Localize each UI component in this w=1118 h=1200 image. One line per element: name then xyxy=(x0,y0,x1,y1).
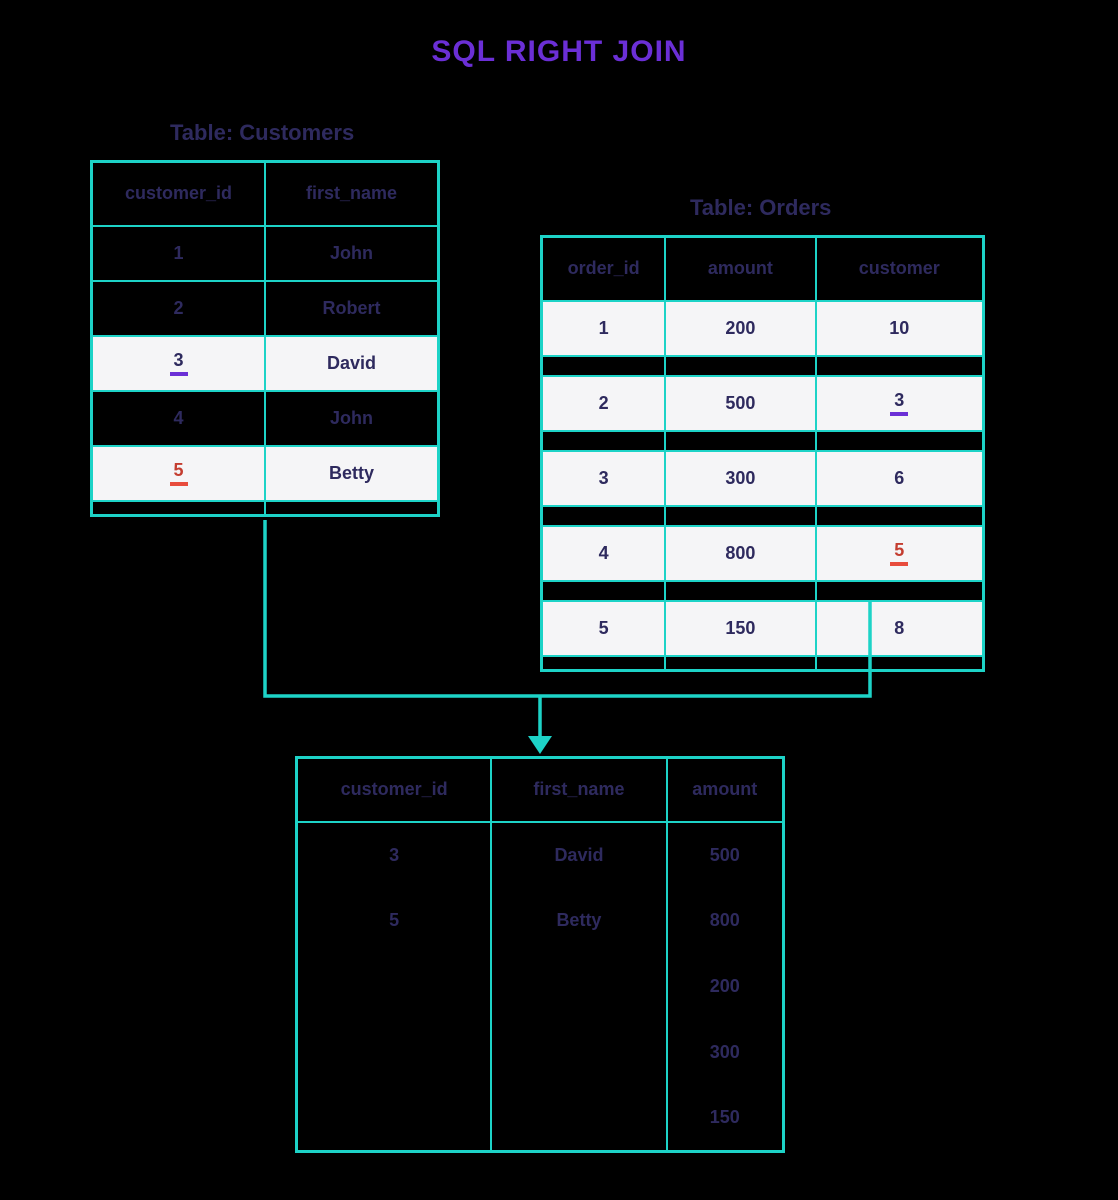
orders-table-label: Table: Orders xyxy=(690,195,831,221)
cell-customer-id: 2 xyxy=(92,281,266,336)
cell-amount: 200 xyxy=(665,301,815,356)
cell-customer-id: 3 xyxy=(297,822,492,888)
col-header: customer xyxy=(816,237,984,301)
cell-customer-id: 1 xyxy=(92,226,266,281)
table-row: 120010 xyxy=(542,301,984,356)
cell-first-name: Betty xyxy=(265,446,439,501)
cell-customer-id xyxy=(297,1086,492,1152)
table-row: 4John xyxy=(92,391,439,446)
cell-first-name: Robert xyxy=(265,281,439,336)
cell-order-id: 2 xyxy=(542,376,666,431)
col-header: first_name xyxy=(491,758,666,822)
cell-order-id: 1 xyxy=(542,301,666,356)
cell-first-name: John xyxy=(265,391,439,446)
col-header: first_name xyxy=(265,162,439,226)
orders-table: order_id amount customer 120010250033300… xyxy=(540,235,985,672)
customers-table-label: Table: Customers xyxy=(170,120,354,146)
table-row: 5Betty xyxy=(92,446,439,501)
cell-customer-id xyxy=(297,954,492,1020)
cell-order-id: 5 xyxy=(542,601,666,656)
cell-amount: 300 xyxy=(665,451,815,506)
cell-first-name: David xyxy=(265,336,439,391)
cell-customer: 8 xyxy=(816,601,984,656)
cell-amount: 150 xyxy=(667,1086,784,1152)
table-row: 5Betty800 xyxy=(297,888,784,954)
cell-customer-id: 3 xyxy=(92,336,266,391)
table-row: 3David500 xyxy=(297,822,784,888)
table-row: 33006 xyxy=(542,451,984,506)
col-header: amount xyxy=(665,237,815,301)
cell-amount: 800 xyxy=(667,888,784,954)
table-row: 150 xyxy=(297,1086,784,1152)
cell-amount: 200 xyxy=(667,954,784,1020)
cell-customer: 6 xyxy=(816,451,984,506)
cell-amount: 500 xyxy=(667,822,784,888)
table-row: 3David xyxy=(92,336,439,391)
table-row: 48005 xyxy=(542,526,984,581)
col-header: order_id xyxy=(542,237,666,301)
table-row: 25003 xyxy=(542,376,984,431)
cell-amount: 150 xyxy=(665,601,815,656)
cell-customer-id: 4 xyxy=(92,391,266,446)
table-header-row: order_id amount customer xyxy=(542,237,984,301)
cell-customer: 3 xyxy=(816,376,984,431)
table-row: 51508 xyxy=(542,601,984,656)
cell-first-name xyxy=(491,1086,666,1152)
cell-customer-id xyxy=(297,1020,492,1086)
diagram-title: SQL RIGHT JOIN xyxy=(431,35,686,69)
cell-order-id: 4 xyxy=(542,526,666,581)
cell-first-name: David xyxy=(491,822,666,888)
table-row: 200 xyxy=(297,954,784,1020)
table-header-row: customer_id first_name xyxy=(92,162,439,226)
cell-order-id: 3 xyxy=(542,451,666,506)
cell-customer-id: 5 xyxy=(92,446,266,501)
table-row: 2Robert xyxy=(92,281,439,336)
cell-first-name: Betty xyxy=(491,888,666,954)
table-header-row: customer_id first_name amount xyxy=(297,758,784,822)
table-row: 1John xyxy=(92,226,439,281)
col-header: customer_id xyxy=(297,758,492,822)
table-row: 300 xyxy=(297,1020,784,1086)
cell-customer-id: 5 xyxy=(297,888,492,954)
cell-customer: 10 xyxy=(816,301,984,356)
cell-amount: 500 xyxy=(665,376,815,431)
col-header: amount xyxy=(667,758,784,822)
cell-customer: 5 xyxy=(816,526,984,581)
customers-table: customer_id first_name 1John2Robert3Davi… xyxy=(90,160,440,517)
cell-first-name xyxy=(491,1020,666,1086)
col-header: customer_id xyxy=(92,162,266,226)
result-table: customer_id first_name amount 3David5005… xyxy=(295,756,785,1153)
cell-first-name: John xyxy=(265,226,439,281)
cell-amount: 800 xyxy=(665,526,815,581)
cell-first-name xyxy=(491,954,666,1020)
cell-amount: 300 xyxy=(667,1020,784,1086)
